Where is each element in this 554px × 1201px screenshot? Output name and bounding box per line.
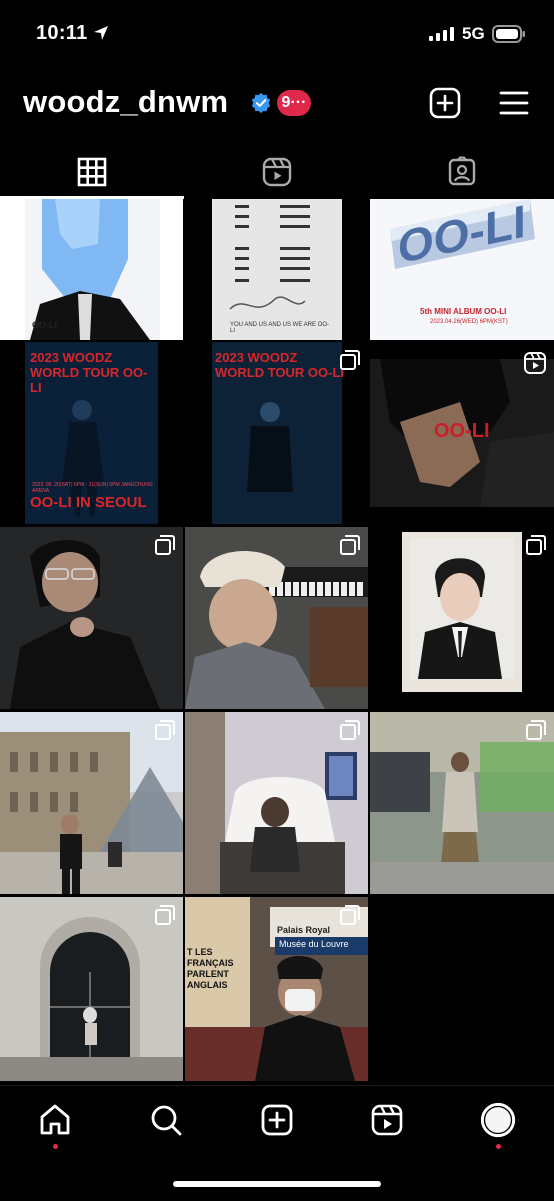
post-thumbnail[interactable]: Palais Royal Musée du Louvre T LES FRANÇ… (185, 897, 368, 1081)
multiple-posts-icon (155, 720, 175, 740)
status-time: 10:11 (36, 22, 88, 44)
tab-posts-grid[interactable] (0, 145, 184, 199)
post-thumbnail[interactable]: OO-LI (370, 342, 554, 524)
post-title: 2023 WOODZ WORLD TOUR OO-LI (215, 350, 345, 380)
sign-palais-royal: Palais Royal (277, 925, 331, 935)
home-activity-dot (53, 1144, 58, 1149)
post-thumbnail[interactable]: 2023 WOODZ WORLD TOUR OO-LI 2023. 05. 20… (0, 342, 183, 524)
nav-create[interactable] (257, 1100, 297, 1140)
signal-bars-icon (429, 27, 454, 41)
post-thumbnail[interactable] (370, 712, 554, 894)
post-thumbnail[interactable]: OO-LI 5th MINI ALBUM OO-LI 2023.04.26(WE… (370, 199, 554, 340)
post-date: 2023. 05. 20(SAT) 6PM - 21(SUN) 5PM JANG… (32, 482, 153, 494)
post-thumbnail[interactable]: YOU AND US AND US WE ARE OO-LI (185, 199, 368, 340)
post-thumbnail[interactable] (185, 712, 368, 894)
home-indicator (173, 1181, 381, 1187)
reel-indicator-icon (524, 352, 546, 374)
plus-square-icon[interactable] (428, 86, 462, 120)
post-thumbnail[interactable] (370, 527, 554, 709)
location-arrow-icon (94, 26, 108, 40)
post-thumbnail[interactable]: 2023 WOODZ WORLD TOUR OO-LI (185, 342, 368, 524)
posts-grid: OO-LI YOU AND US AND US WE ARE OO-LI OO-… (0, 199, 554, 1083)
post-date: 2023.04.26(WED) 6PM(KST) (430, 319, 508, 325)
nav-search[interactable] (146, 1100, 186, 1140)
post-thumbnail[interactable]: OO-LI (0, 199, 183, 340)
multiple-posts-icon (526, 535, 546, 555)
multiple-posts-icon (340, 535, 360, 555)
search-icon (151, 1105, 182, 1136)
battery-icon (492, 25, 525, 43)
nav-profile[interactable] (478, 1100, 518, 1140)
tab-reels[interactable] (185, 145, 369, 199)
create-icon (261, 1104, 293, 1136)
post-footer: OO-LI IN SEOUL (30, 494, 147, 511)
post-thumbnail[interactable] (0, 527, 183, 709)
multiple-posts-icon (340, 720, 360, 740)
profile-avatar (480, 1102, 516, 1138)
post-caption: YOU AND US AND US WE ARE OO-LI (230, 322, 330, 334)
nav-home[interactable] (35, 1100, 75, 1140)
multiple-posts-icon (340, 905, 360, 925)
menu-icon[interactable] (497, 86, 531, 120)
post-subcaption: 5th MINI ALBUM OO-LI (420, 307, 507, 316)
post-image (25, 199, 160, 340)
reels-icon (262, 157, 292, 187)
multiple-posts-icon (340, 350, 360, 370)
profile-username[interactable]: woodz_dnwm (23, 84, 228, 120)
tab-tagged[interactable] (370, 145, 554, 199)
post-thumbnail[interactable] (0, 897, 183, 1081)
post-image (212, 199, 342, 340)
verified-badge-icon (251, 92, 271, 114)
grid-icon (77, 157, 107, 187)
nav-reels[interactable] (367, 1100, 407, 1140)
home-icon (40, 1104, 70, 1135)
reels-icon (371, 1104, 403, 1136)
notification-badge[interactable]: 9··· (277, 90, 311, 116)
multiple-posts-icon (155, 905, 175, 925)
post-thumbnail[interactable] (0, 712, 183, 894)
poster-text: T LES FRANÇAIS PARLENT ANGLAIS (187, 947, 234, 990)
network-type: 5G (462, 24, 485, 43)
profile-tabs (0, 145, 554, 199)
status-bar: 10:11 5G (0, 0, 554, 70)
post-caption: OO-LI (434, 420, 490, 442)
tagged-icon (448, 156, 476, 186)
sign-musee-du-louvre: Musée du Louvre (279, 939, 349, 949)
post-title: 2023 WOODZ WORLD TOUR OO-LI (30, 350, 148, 395)
multiple-posts-icon (526, 720, 546, 740)
profile-activity-dot (496, 1144, 501, 1149)
post-caption: OO-LI (32, 320, 57, 330)
post-thumbnail[interactable] (185, 527, 368, 709)
multiple-posts-icon (155, 535, 175, 555)
